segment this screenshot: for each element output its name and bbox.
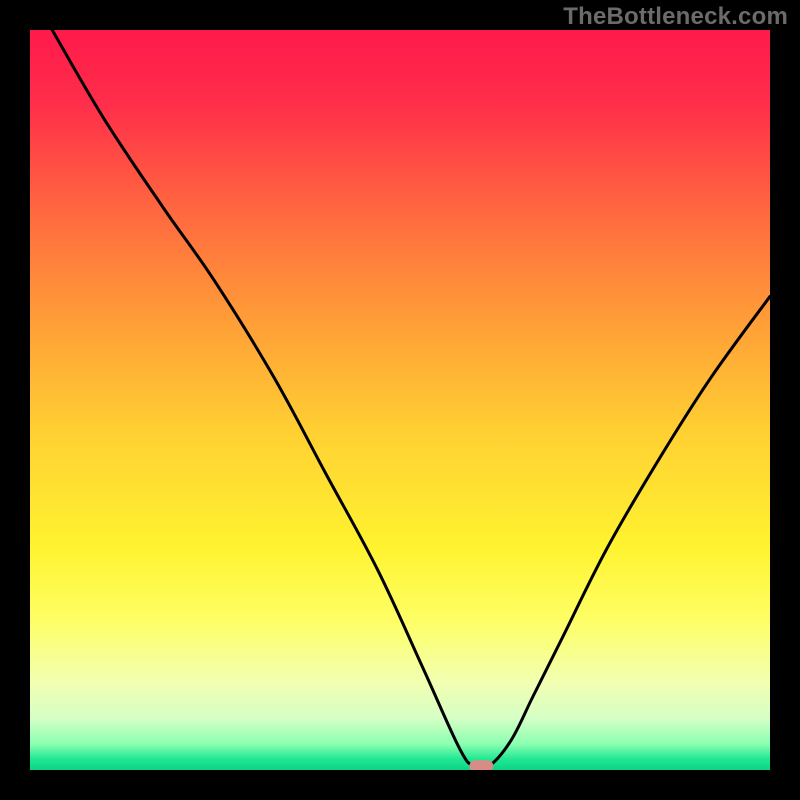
bottleneck-chart	[30, 30, 770, 770]
chart-frame: TheBottleneck.com	[0, 0, 800, 800]
watermark-text: TheBottleneck.com	[563, 3, 788, 31]
optimal-marker	[469, 760, 493, 770]
plot-background	[30, 30, 770, 770]
